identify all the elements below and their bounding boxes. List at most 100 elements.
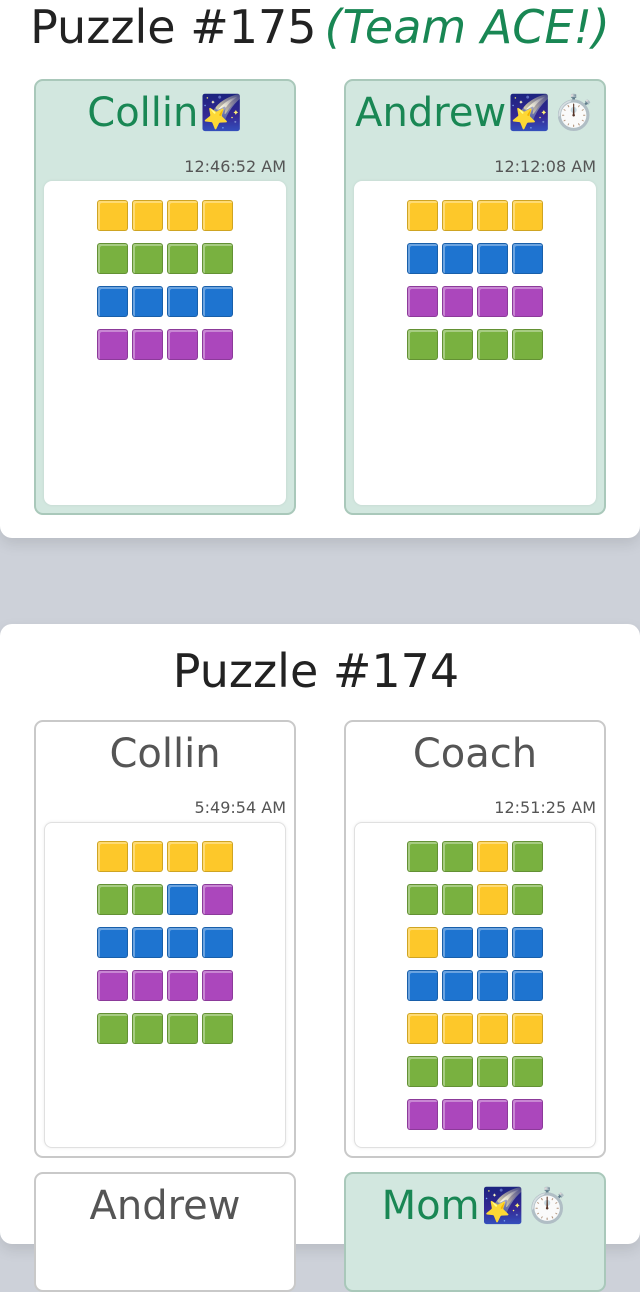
grid-row <box>407 1099 543 1131</box>
player-name: Mom🌠⏱️ <box>346 1186 604 1226</box>
blue-square-icon <box>132 286 163 317</box>
grid-row <box>97 970 233 1002</box>
player-card[interactable]: Coach 12:51:25 AM <box>344 720 606 1158</box>
green-square-icon <box>442 329 473 360</box>
grid-row <box>407 329 543 361</box>
purple-square-icon <box>167 970 198 1001</box>
grid-row <box>97 200 233 232</box>
yellow-square-icon <box>442 1013 473 1044</box>
purple-square-icon <box>442 1099 473 1130</box>
green-square-icon <box>512 841 543 872</box>
blue-square-icon <box>512 243 543 274</box>
player-name: Andrew🌠⏱️ <box>346 93 604 133</box>
green-square-icon <box>97 243 128 274</box>
shooting-star-icon: 🌠 <box>508 93 551 133</box>
blue-square-icon <box>407 970 438 1001</box>
player-name-text: Andrew <box>355 90 507 136</box>
green-square-icon <box>442 1056 473 1087</box>
player-name-text: Collin <box>109 731 221 777</box>
grid-row <box>407 1056 543 1088</box>
player-card[interactable]: Andrew🌠⏱️ 12:12:08 AM <box>344 79 606 515</box>
blue-square-icon <box>202 927 233 958</box>
grid-row <box>407 884 543 916</box>
purple-square-icon <box>512 1099 543 1130</box>
green-square-icon <box>167 1013 198 1044</box>
grid-row <box>97 243 233 275</box>
green-square-icon <box>442 841 473 872</box>
blue-square-icon <box>442 927 473 958</box>
player-card[interactable]: Mom🌠⏱️ <box>344 1172 606 1292</box>
result-grid-box <box>44 181 286 505</box>
player-card[interactable]: Andrew <box>34 1172 296 1292</box>
purple-square-icon <box>512 286 543 317</box>
yellow-square-icon <box>132 841 163 872</box>
grid-row <box>97 884 233 916</box>
green-square-icon <box>512 1056 543 1087</box>
green-square-icon <box>132 1013 163 1044</box>
stopwatch-icon: ⏱️ <box>552 93 595 133</box>
yellow-square-icon <box>97 200 128 231</box>
green-square-icon <box>132 243 163 274</box>
green-square-icon <box>202 243 233 274</box>
grid-row <box>97 841 233 873</box>
purple-square-icon <box>97 970 128 1001</box>
result-grid <box>97 200 233 372</box>
result-grid-box <box>354 822 596 1148</box>
blue-square-icon <box>442 243 473 274</box>
purple-square-icon <box>407 286 438 317</box>
player-card[interactable]: Collin🌠 12:46:52 AM <box>34 79 296 515</box>
blue-square-icon <box>202 286 233 317</box>
yellow-square-icon <box>442 200 473 231</box>
shooting-star-icon: 🌠 <box>481 1186 524 1226</box>
green-square-icon <box>97 884 128 915</box>
green-square-icon <box>477 329 508 360</box>
grid-row <box>97 329 233 361</box>
finish-time: 12:12:08 AM <box>494 157 596 176</box>
green-square-icon <box>97 1013 128 1044</box>
puzzle-title: Puzzle #175 (Team ACE!) <box>0 4 640 50</box>
green-square-icon <box>132 884 163 915</box>
finish-time: 12:51:25 AM <box>494 798 596 817</box>
blue-square-icon <box>512 927 543 958</box>
blue-square-icon <box>512 970 543 1001</box>
player-name-text: Coach <box>412 731 538 777</box>
result-grid <box>407 200 543 372</box>
yellow-square-icon <box>202 200 233 231</box>
purple-square-icon <box>97 329 128 360</box>
yellow-square-icon <box>477 841 508 872</box>
player-name-text: Collin <box>87 90 199 136</box>
green-square-icon <box>167 243 198 274</box>
purple-square-icon <box>167 329 198 360</box>
purple-square-icon <box>442 286 473 317</box>
yellow-square-icon <box>512 1013 543 1044</box>
purple-square-icon <box>202 884 233 915</box>
yellow-square-icon <box>167 200 198 231</box>
purple-square-icon <box>202 970 233 1001</box>
yellow-square-icon <box>167 841 198 872</box>
green-square-icon <box>407 1056 438 1087</box>
green-square-icon <box>407 329 438 360</box>
stopwatch-icon: ⏱️ <box>525 1186 569 1226</box>
puzzle-title: Puzzle #174 <box>0 648 640 694</box>
purple-square-icon <box>407 1099 438 1130</box>
result-grid-box <box>44 822 286 1148</box>
shooting-star-icon: 🌠 <box>200 93 243 133</box>
puzzle-panel: Puzzle #174 Collin 5:49:54 AM Coach 12:5… <box>0 624 640 1292</box>
blue-square-icon <box>167 884 198 915</box>
blue-square-icon <box>442 970 473 1001</box>
grid-row <box>407 927 543 959</box>
player-name-text: Mom <box>381 1183 480 1229</box>
grid-row <box>407 243 543 275</box>
player-name: Collin <box>36 734 294 774</box>
green-square-icon <box>202 1013 233 1044</box>
grid-row <box>407 200 543 232</box>
finish-time: 5:49:54 AM <box>194 798 286 817</box>
player-card[interactable]: Collin 5:49:54 AM <box>34 720 296 1158</box>
blue-square-icon <box>132 927 163 958</box>
grid-row <box>407 1013 543 1045</box>
yellow-square-icon <box>407 927 438 958</box>
yellow-square-icon <box>202 841 233 872</box>
blue-square-icon <box>477 243 508 274</box>
result-grid <box>407 841 543 1142</box>
green-square-icon <box>477 1056 508 1087</box>
